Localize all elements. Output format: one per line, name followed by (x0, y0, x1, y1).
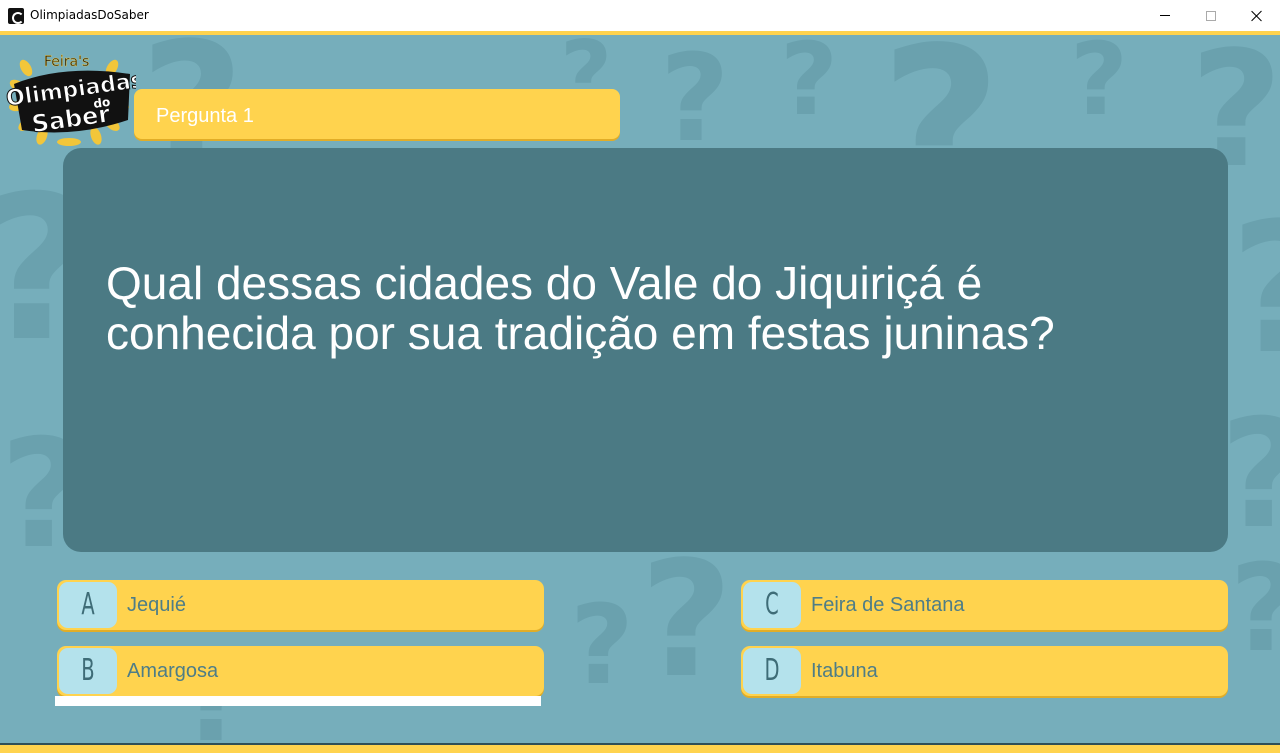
background-question-mark-icon: ? (570, 581, 634, 709)
background-question-mark-icon: ? (780, 21, 839, 138)
selected-option-indicator (55, 696, 541, 706)
app-icon (8, 8, 24, 24)
answer-option-c[interactable]: C Feira de Santana (741, 580, 1228, 630)
background-question-mark-icon: ? (1220, 400, 1280, 550)
option-letter-badge: C (743, 582, 801, 628)
option-letter: B (81, 653, 95, 688)
option-text: Jequié (127, 594, 186, 616)
question-number-label: Pergunta 1 (156, 105, 254, 127)
background-question-mark-icon: ? (640, 526, 733, 713)
answer-option-a[interactable]: A Jequié (57, 580, 544, 630)
option-text: Feira de Santana (811, 594, 965, 616)
option-letter-badge: B (59, 648, 117, 694)
question-panel: Qual dessas cidades do Vale do Jiquiriçá… (63, 148, 1228, 552)
answer-option-b[interactable]: B Amargosa (57, 646, 544, 696)
logo-top-text: Feira's (44, 54, 89, 70)
option-letter: A (81, 587, 95, 622)
question-text: Qual dessas cidades do Vale do Jiquiriçá… (106, 257, 1055, 359)
background-question-mark-icon: ? (1070, 21, 1129, 138)
option-letter: D (764, 653, 780, 688)
option-letter: C (765, 587, 779, 622)
option-text: Amargosa (127, 660, 219, 682)
option-letter-badge: A (59, 582, 117, 628)
minimize-icon (1160, 15, 1170, 16)
option-letter-badge: D (743, 648, 801, 694)
background-question-mark-icon: ? (1230, 200, 1280, 380)
olimpiadas-do-saber-logo: Feira's Olimpiadas do Saber (4, 38, 146, 148)
minimize-button[interactable] (1142, 0, 1188, 31)
bottom-accent-stripe (0, 743, 1280, 753)
question-number-bar: Pergunta 1 (134, 89, 620, 139)
answer-option-d[interactable]: D Itabuna (741, 646, 1228, 696)
option-text: Itabuna (811, 660, 878, 682)
background-question-mark-icon: ? (660, 30, 730, 169)
background-question-mark-icon: ? (1230, 550, 1280, 670)
window-title: OlimpiadasDoSaber (30, 8, 149, 22)
